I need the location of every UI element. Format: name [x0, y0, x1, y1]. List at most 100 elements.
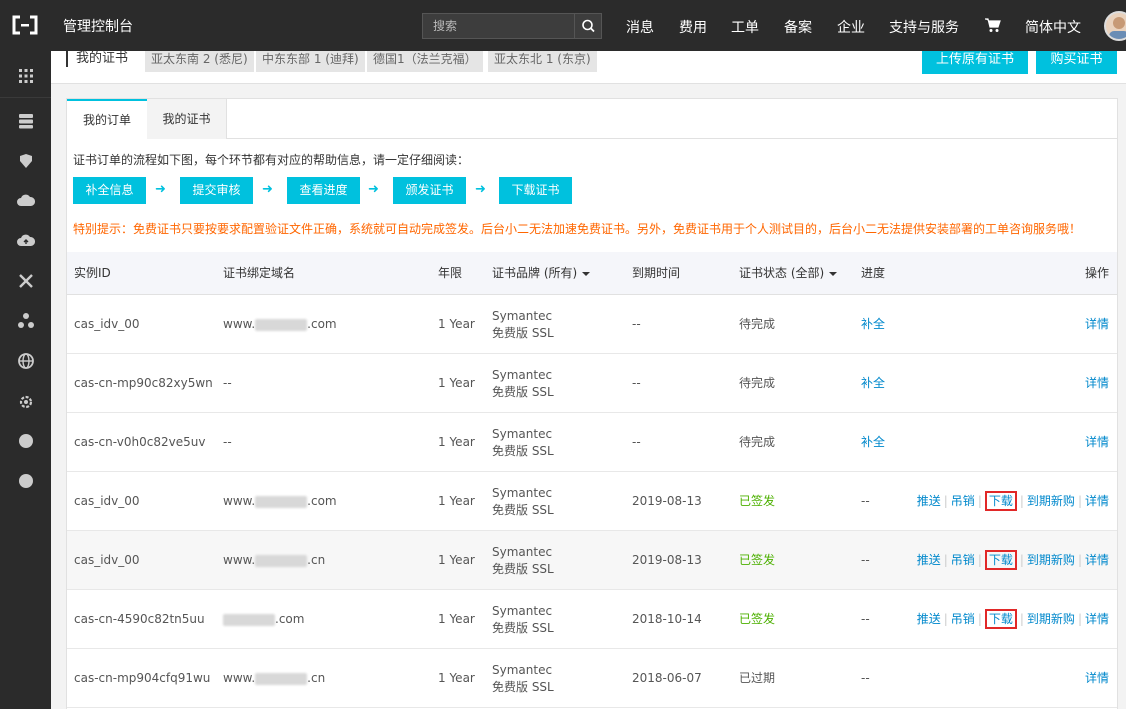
step-issue-cert[interactable]: 颁发证书 [393, 177, 466, 204]
upload-cert-button[interactable]: 上传原有证书 [922, 51, 1028, 74]
console-title[interactable]: 管理控制台 [63, 16, 133, 36]
server-icon[interactable] [17, 112, 35, 130]
product-dot-icon[interactable] [17, 432, 35, 450]
col-instance-id: 实例ID [74, 266, 111, 280]
product-dot-icon-2[interactable] [17, 472, 35, 490]
expire-date: 2019-08-13 [632, 494, 702, 508]
cloud-icon[interactable] [17, 192, 35, 210]
redacted-domain [255, 495, 308, 508]
arrow-right-icon: ➜ [368, 182, 379, 197]
download-link[interactable]: 下载 [984, 550, 1017, 570]
caret-down-icon [582, 271, 591, 276]
details-link[interactable]: 详情 [1085, 376, 1109, 390]
step-download-cert[interactable]: 下载证书 [499, 177, 572, 204]
nav-enterprise[interactable]: 企业 [837, 17, 865, 37]
database-icon[interactable] [17, 152, 35, 170]
separator: | [1019, 553, 1024, 567]
nav-icp[interactable]: 备案 [784, 17, 812, 37]
separator: | [943, 494, 948, 508]
progress-action[interactable]: 补全 [861, 295, 885, 354]
redacted-domain [223, 613, 275, 626]
progress-action[interactable]: 补全 [861, 413, 885, 472]
nodes-icon[interactable] [17, 312, 35, 330]
push-link[interactable]: 推送 [917, 494, 941, 508]
col-expire: 到期时间 [632, 266, 681, 280]
domain-text: -- [223, 435, 232, 449]
revoke-link[interactable]: 吊销 [951, 494, 975, 508]
instance-id: cas_idv_00 [74, 494, 140, 508]
push-link[interactable]: 推送 [917, 553, 941, 567]
brand-name: Symantec [492, 427, 553, 441]
row-actions: 详情 [1085, 354, 1109, 413]
progress-action[interactable]: 补全 [861, 354, 885, 413]
nav-support[interactable]: 支持与服务 [889, 17, 959, 37]
renew-link[interactable]: 到期新购 [1027, 612, 1075, 626]
col-status-filter[interactable]: 证书状态 (全部) [739, 252, 838, 295]
redacted-domain [255, 318, 308, 331]
col-brand-filter[interactable]: 证书品牌 (所有) [492, 252, 591, 295]
step-submit-review[interactable]: 提交审核 [180, 177, 253, 204]
status-badge: 已签发 [739, 553, 776, 567]
progress-action: -- [861, 612, 870, 626]
network-cross-icon[interactable] [17, 272, 35, 290]
details-link[interactable]: 详情 [1085, 494, 1109, 508]
download-link[interactable]: 下载 [984, 491, 1017, 511]
step-check-progress[interactable]: 查看进度 [287, 177, 360, 204]
region-tab-frankfurt[interactable]: 德国1（法兰克福） [367, 51, 483, 72]
cloud-upload-icon[interactable] [17, 232, 35, 250]
nav-billing[interactable]: 费用 [679, 17, 707, 37]
push-link[interactable]: 推送 [917, 612, 941, 626]
download-link[interactable]: 下载 [984, 609, 1017, 629]
cart-icon[interactable] [984, 17, 1001, 33]
gear-cloud-icon[interactable] [17, 392, 35, 410]
nav-messages[interactable]: 消息 [626, 17, 654, 37]
details-link[interactable]: 详情 [1085, 612, 1109, 626]
years: 1 Year [438, 494, 475, 508]
search-icon [582, 19, 595, 33]
instance-id: cas-cn-mp90c82xy5wn [74, 376, 213, 390]
region-tab-dubai[interactable]: 中东东部 1 (迪拜) [256, 51, 365, 72]
years: 1 Year [438, 612, 475, 626]
tab-my-certs[interactable]: 我的证书 [147, 99, 227, 139]
cert-brand: Symantec 免费版 SSL [492, 603, 554, 637]
details-link[interactable]: 详情 [1085, 317, 1109, 331]
status-badge: 待完成 [739, 317, 776, 331]
nav-language[interactable]: 简体中文 [1025, 17, 1081, 37]
avatar[interactable] [1104, 11, 1126, 41]
region-tab-tokyo[interactable]: 亚太东北 1 (东京) [488, 51, 597, 72]
row-actions: 详情 [1085, 413, 1109, 472]
separator: | [1019, 494, 1024, 508]
tab-my-orders[interactable]: 我的订单 [67, 99, 147, 140]
details-link[interactable]: 详情 [1085, 435, 1109, 449]
years: 1 Year [438, 671, 475, 685]
orders-panel: 我的订单 我的证书 证书订单的流程如下图，每个环节都有对应的帮助信息，请一定仔细… [66, 98, 1118, 709]
row-actions: 详情 [1085, 295, 1109, 354]
buy-cert-button[interactable]: 购买证书 [1036, 51, 1117, 74]
cert-brand: Symantec 免费版 SSL [492, 544, 554, 578]
step-complete-info[interactable]: 补全信息 [73, 177, 146, 204]
search-input[interactable] [423, 14, 575, 38]
caret-down-icon [829, 271, 838, 276]
renew-link[interactable]: 到期新购 [1027, 553, 1075, 567]
table-header: 实例ID 证书绑定域名 年限 证书品牌 (所有) 到期时间 证书状态 (全部) … [67, 252, 1117, 295]
renew-link[interactable]: 到期新购 [1027, 494, 1075, 508]
table-row: cas_idv_00 www. .com 1 Year Symantec 免费版 SSL -… [67, 295, 1117, 354]
nav-tickets[interactable]: 工单 [731, 17, 759, 37]
search-button[interactable] [574, 14, 601, 38]
brand-name: Symantec [492, 545, 553, 559]
details-link[interactable]: 详情 [1085, 671, 1109, 685]
col-actions: 操作 [1084, 266, 1109, 280]
revoke-link[interactable]: 吊销 [951, 553, 975, 567]
brand-name: Symantec [492, 604, 553, 618]
aliyun-logo-icon[interactable] [12, 15, 38, 35]
globe-icon[interactable] [17, 352, 35, 370]
expire-date: 2018-06-07 [632, 671, 702, 685]
separator: | [1077, 612, 1082, 626]
region-tab-sydney[interactable]: 亚太东南 2 (悉尼) [145, 51, 254, 72]
col-progress: 进度 [861, 266, 886, 280]
row-actions: 推送 | 吊销 | 下载 | 到期新购 | 详情 [917, 472, 1109, 531]
revoke-link[interactable]: 吊销 [951, 612, 975, 626]
separator: | [1019, 612, 1024, 626]
details-link[interactable]: 详情 [1085, 553, 1109, 567]
apps-grid-icon[interactable] [17, 67, 35, 85]
